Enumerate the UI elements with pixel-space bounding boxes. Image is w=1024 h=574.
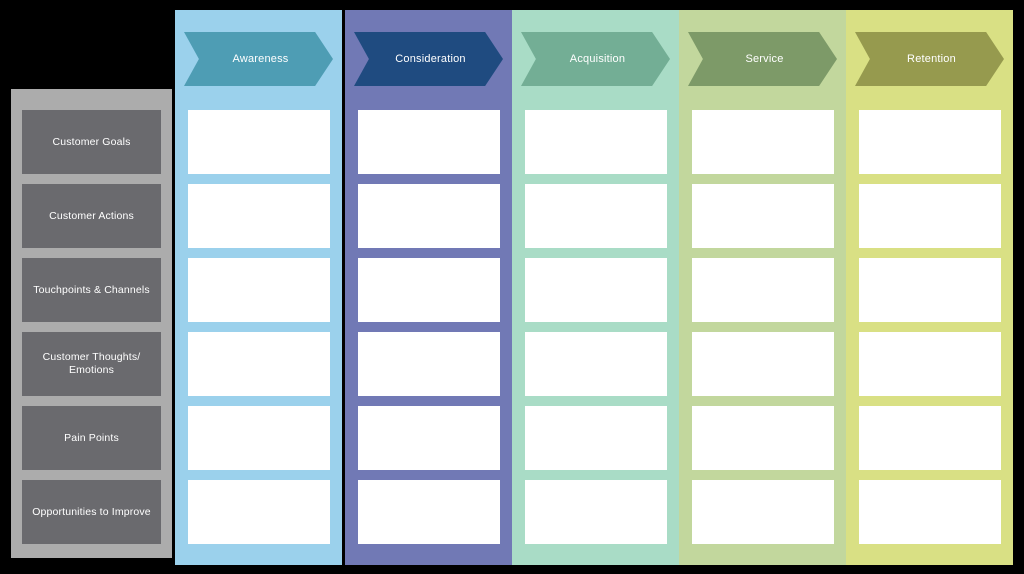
journey-map-canvas: Customer Goals Customer Actions Touchpoint… xyxy=(0,0,1024,574)
stage-header-label: Retention xyxy=(907,53,956,65)
stage-header-chevron-4[interactable]: Retention xyxy=(855,32,1004,86)
stage-column-0: Awareness xyxy=(175,10,342,565)
row-label-2[interactable]: Touchpoints & Channels xyxy=(22,258,161,322)
stage-header-label: Acquisition xyxy=(569,53,626,65)
stage-header-label: Awareness xyxy=(232,53,289,65)
stage-header-chevron-2[interactable]: Acquisition xyxy=(521,32,670,86)
journey-cell-s2-r4[interactable] xyxy=(525,406,667,470)
stage-header-chevron-1[interactable]: Consideration xyxy=(354,32,503,86)
journey-cell-s1-r2[interactable] xyxy=(358,258,500,322)
journey-cell-s2-r0[interactable] xyxy=(525,110,667,174)
journey-cell-s1-r5[interactable] xyxy=(358,480,500,544)
row-label-text: Pain Points xyxy=(64,431,119,444)
journey-cell-s3-r1[interactable] xyxy=(692,184,834,248)
journey-cell-s1-r1[interactable] xyxy=(358,184,500,248)
row-label-3[interactable]: Customer Thoughts/ Emotions xyxy=(22,332,161,396)
journey-cell-s2-r3[interactable] xyxy=(525,332,667,396)
journey-cell-s2-r5[interactable] xyxy=(525,480,667,544)
journey-cell-s1-r3[interactable] xyxy=(358,332,500,396)
journey-cell-s0-r4[interactable] xyxy=(188,406,330,470)
journey-cell-s0-r1[interactable] xyxy=(188,184,330,248)
journey-cell-s4-r3[interactable] xyxy=(859,332,1001,396)
journey-cell-s3-r5[interactable] xyxy=(692,480,834,544)
journey-cell-s3-r0[interactable] xyxy=(692,110,834,174)
row-label-text: Customer Actions xyxy=(49,209,134,222)
row-label-0[interactable]: Customer Goals xyxy=(22,110,161,174)
row-label-text: Touchpoints & Channels xyxy=(33,283,150,296)
journey-cell-s4-r5[interactable] xyxy=(859,480,1001,544)
stage-header-label: Service xyxy=(745,53,784,65)
journey-cell-s4-r0[interactable] xyxy=(859,110,1001,174)
stage-header-chevron-0[interactable]: Awareness xyxy=(184,32,333,86)
row-label-sidebar: Customer Goals Customer Actions Touchpoint… xyxy=(11,89,172,558)
journey-cell-s3-r2[interactable] xyxy=(692,258,834,322)
stage-column-2: Acquisition xyxy=(512,10,679,565)
journey-cell-s0-r3[interactable] xyxy=(188,332,330,396)
journey-cell-s0-r2[interactable] xyxy=(188,258,330,322)
journey-cell-s0-r0[interactable] xyxy=(188,110,330,174)
journey-cell-s1-r0[interactable] xyxy=(358,110,500,174)
journey-cell-s4-r4[interactable] xyxy=(859,406,1001,470)
row-label-text: Customer Goals xyxy=(52,135,131,148)
stage-header-label: Consideration xyxy=(395,53,466,65)
row-label-5[interactable]: Opportunities to Improve xyxy=(22,480,161,544)
row-label-1[interactable]: Customer Actions xyxy=(22,184,161,248)
stage-column-3: Service xyxy=(679,10,846,565)
row-label-text: Customer Thoughts/ Emotions xyxy=(42,351,141,376)
stage-column-4: Retention xyxy=(846,10,1013,565)
journey-cell-s2-r1[interactable] xyxy=(525,184,667,248)
row-label-text: Opportunities to Improve xyxy=(32,505,151,518)
stage-column-1: Consideration xyxy=(345,10,512,565)
stage-header-chevron-3[interactable]: Service xyxy=(688,32,837,86)
journey-cell-s4-r2[interactable] xyxy=(859,258,1001,322)
journey-cell-s3-r4[interactable] xyxy=(692,406,834,470)
journey-cell-s2-r2[interactable] xyxy=(525,258,667,322)
journey-cell-s0-r5[interactable] xyxy=(188,480,330,544)
journey-cell-s3-r3[interactable] xyxy=(692,332,834,396)
journey-cell-s4-r1[interactable] xyxy=(859,184,1001,248)
row-label-4[interactable]: Pain Points xyxy=(22,406,161,470)
journey-cell-s1-r4[interactable] xyxy=(358,406,500,470)
